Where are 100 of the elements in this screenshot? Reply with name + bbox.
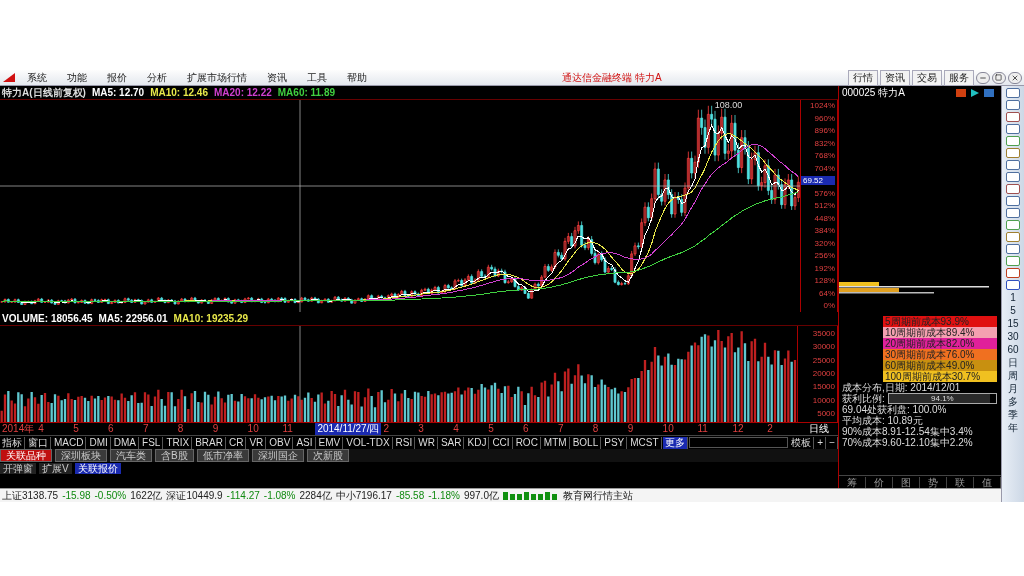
sub-tab[interactable]: 关联报价 [74,462,121,474]
indicator-tab[interactable]: KDJ [465,436,490,449]
axis-label: 1024% [810,101,835,110]
sub-tab[interactable]: 开弹窗 [0,462,36,474]
sector-tab[interactable]: 关联品种 [0,449,52,462]
indicator-tab[interactable]: OBV [267,436,294,449]
indicator-tab[interactable]: RSI [393,436,416,449]
tool-icon[interactable] [1006,196,1020,206]
template-button[interactable]: 模板 [789,436,815,449]
sector-tab[interactable]: 深圳板块 [55,449,107,462]
indicator-tab[interactable]: DMI [87,436,111,449]
index-change: -85.58 [395,490,425,501]
period-button[interactable]: 日 [1008,357,1018,368]
menu-item[interactable]: 系统 [18,70,56,85]
tool-icon[interactable] [1006,124,1020,134]
tool-icon[interactable] [1006,220,1020,230]
ma-reading: MA20: 12.22 [213,87,272,98]
period-button[interactable]: 月 [1008,383,1018,394]
cost-legend-item: 5周期前成本93.9% [883,316,997,327]
indicator-tab[interactable]: EMV [316,436,344,449]
indicator-tab[interactable]: CCI [490,436,513,449]
tool-icon[interactable] [1006,172,1020,182]
indicator-tab[interactable]: SAR [438,436,465,449]
tool-icon[interactable] [1006,256,1020,266]
tool-icon[interactable] [1006,268,1020,278]
index-percent: -0.50% [94,490,127,501]
tool-icon[interactable] [1006,112,1020,122]
indicator-tab[interactable]: 窗口 [26,436,51,449]
peak-price-label: 108.00 [714,100,743,110]
profit-label: 获利比例: [842,393,885,404]
minimize-button[interactable] [976,71,990,84]
period-button[interactable]: 5 [1010,305,1016,316]
period-button[interactable]: 15 [1007,318,1019,329]
axis-label: 35000 [812,329,835,339]
indicator-tab[interactable]: ASI [294,436,316,449]
sector-tab[interactable]: 次新股 [306,449,349,462]
menu-item[interactable]: 报价 [98,70,136,85]
axis-label: 832% [814,138,835,148]
sector-tab[interactable]: 深圳国企 [251,449,304,462]
indicator-tab[interactable]: BOLL [570,436,602,449]
period-button[interactable]: 1 [1010,292,1016,303]
date-label: 2 [766,423,774,435]
indicator-tab[interactable]: MACD [52,436,87,449]
tool-icon[interactable] [1006,148,1020,158]
tool-icon[interactable] [1006,280,1020,290]
menu-item[interactable]: 功能 [58,70,96,85]
menu-item[interactable]: 资讯 [258,70,296,85]
indicator-tab[interactable]: MTM [541,436,570,449]
template-button[interactable]: + [815,436,827,449]
market-bars-icon [502,491,559,500]
axis-label: 768% [814,151,835,160]
tool-icon[interactable] [1006,184,1020,194]
sub-tab[interactable]: 扩展V [39,462,72,474]
period-button[interactable]: 季 [1008,409,1018,420]
tool-icon[interactable] [1006,88,1020,98]
indicator-tab[interactable]: BRAR [193,436,226,449]
indicator-tab[interactable]: PSY [602,436,628,449]
tool-icon[interactable] [1006,208,1020,218]
period-button[interactable]: 30 [1007,331,1019,342]
menu-item[interactable]: 帮助 [338,70,376,85]
indicator-tab[interactable]: CR [226,436,247,449]
date-label: 2014年 [1,423,36,435]
tool-icon[interactable] [1006,100,1020,110]
axis-label: 512% [814,201,835,210]
indicator-tab[interactable]: 更多 [662,436,688,449]
indicator-tab[interactable]: FSL [140,436,164,449]
period-button[interactable]: 周 [1008,370,1018,381]
indicator-tab[interactable]: VR [247,436,267,449]
indicator-tab[interactable]: MCST [628,436,662,449]
indicator-tab[interactable]: VOL-TDX [344,436,393,449]
cost-legend-item: 100周期前成本30.7% [883,371,997,382]
period-button[interactable]: 年 [1008,422,1018,433]
template-button[interactable]: − [827,436,838,449]
axis-label: 320% [814,238,835,248]
indicator-tab[interactable]: WR [416,436,438,449]
volume-reading: VOLUME: 18056.45 [2,313,93,324]
period-button[interactable]: 60 [1007,344,1019,355]
date-label: 4 [37,423,45,435]
sector-tab[interactable]: 汽车类 [110,449,152,462]
tool-icon[interactable] [1006,232,1020,242]
date-label: 7 [556,423,565,435]
volume-reading: MA5: 22956.01 [98,313,168,324]
date-label: 10 [246,423,260,435]
axis-label: 960% [814,113,835,123]
close-button[interactable] [1008,71,1022,84]
period-button[interactable]: 多 [1008,396,1018,407]
indicator-tab[interactable]: ROC [513,436,541,449]
indicator-tab[interactable]: DMA [111,436,140,449]
tool-icon[interactable] [1006,160,1020,170]
sector-tab[interactable]: 含B股 [155,449,194,462]
menu-item[interactable]: 工具 [298,70,336,85]
tool-icon[interactable] [1006,244,1020,254]
menu-item[interactable]: 扩展市场行情 [178,70,256,85]
sector-tab[interactable]: 低市净率 [196,449,249,462]
tool-icon[interactable] [1006,136,1020,146]
menu-item[interactable]: 分析 [138,70,176,85]
indicator-tab[interactable]: 指标 [0,436,25,449]
close-icon [1011,73,1019,82]
maximize-button[interactable] [992,71,1006,84]
indicator-tab[interactable]: TRIX [164,436,193,449]
